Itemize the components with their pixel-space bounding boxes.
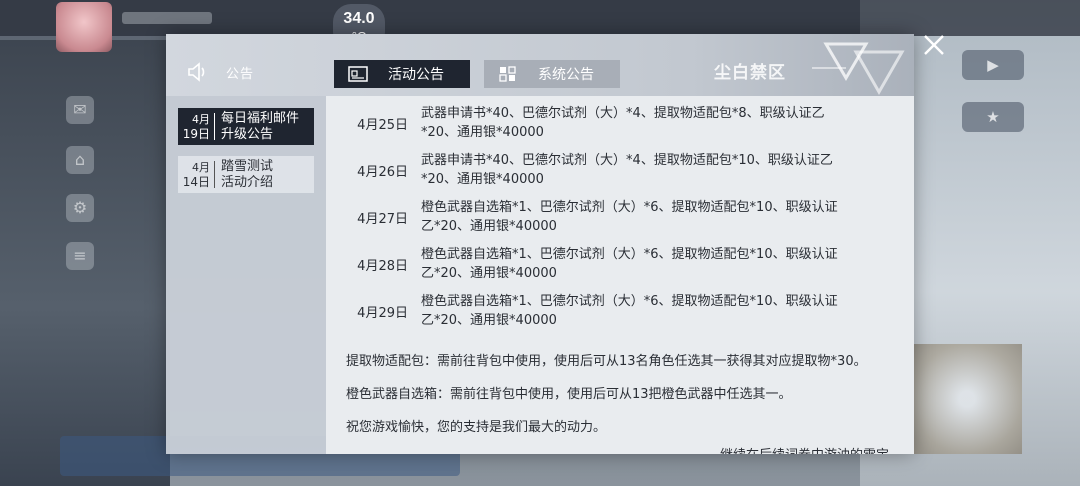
close-icon	[924, 35, 944, 55]
reward-row: 4月26日 武器申请书*40、巴德尔试剂（大）*4、提取物适配包*10、职级认证…	[326, 151, 914, 189]
announcement-item-snow-test[interactable]: 4月 14日 踏雪测试 活动介绍	[178, 156, 314, 193]
close-button[interactable]	[921, 32, 947, 58]
player-avatar[interactable]	[56, 2, 112, 52]
note-extract-pack: 提取物适配包：需前往背包中使用，使用后可从13名角色任选其一获得其对应提取物*3…	[346, 354, 867, 369]
announcement-day: 14日	[182, 174, 210, 189]
announcement-month: 4月	[192, 112, 210, 126]
reward-date: 4月25日	[357, 118, 408, 133]
tab-event-announcements-label: 活动公告	[388, 67, 444, 83]
announcement-title-line1: 踏雪测试	[221, 158, 274, 174]
announcement-item-daily-welfare[interactable]: 4月 19日 每日福利邮件 升级公告	[178, 108, 314, 145]
reward-date: 4月28日	[357, 259, 408, 274]
player-name-blurred	[122, 12, 212, 24]
tab-system-announcements-label: 系统公告	[538, 67, 594, 83]
id-card-icon	[348, 66, 368, 82]
announcement-title-line2: 升级公告	[221, 126, 274, 142]
temperature-value: 34.0	[343, 10, 375, 27]
announcement-month: 4月	[192, 160, 210, 174]
announcement-title-line2: 活动介绍	[221, 174, 274, 190]
menu-icon[interactable]: ≡	[66, 242, 94, 270]
reward-date: 4月29日	[357, 306, 408, 321]
play-icon[interactable]: ▶	[962, 50, 1024, 80]
reward-text: 武器申请书*40、巴德尔试剂（大）*4、提取物适配包*10、职级认证乙 *20、…	[421, 153, 833, 187]
reward-date: 4月27日	[357, 212, 408, 227]
announcement-list: 4月 19日 每日福利邮件 升级公告 4月 14日 踏雪测试 活动介绍	[166, 96, 326, 454]
cut-off-text: 继续在后续词卷中游油的雪宝	[720, 444, 889, 454]
shop-icon[interactable]: ⌂	[66, 146, 94, 174]
tab-event-announcements[interactable]: 活动公告	[334, 60, 470, 88]
reward-row: 4月25日 武器申请书*40、巴德尔试剂（大）*4、提取物适配包*8、职级认证乙…	[326, 104, 914, 142]
triangle-emblem-icon	[812, 42, 905, 96]
reward-text: 橙色武器自选箱*1、巴德尔试剂（大）*6、提取物适配包*10、职级认证 乙*20…	[421, 294, 838, 328]
note-closing: 祝您游戏愉快，您的支持是我们最大的动力。	[346, 420, 607, 435]
announcement-day: 19日	[182, 126, 210, 141]
announcement-date: 4月 19日	[178, 108, 214, 145]
announcement-title: 踏雪测试 活动介绍	[215, 156, 273, 193]
settings-icon[interactable]: ⚙	[66, 194, 94, 222]
announcement-dialog: 公告 活动公告 系统公告 尘白禁区 4月 19日 每日福利邮件 升级公告 4月 …	[166, 34, 914, 454]
announcement-title: 每日福利邮件 升级公告	[215, 108, 299, 145]
grid-icon	[499, 66, 516, 82]
game-logo-text: 尘白禁区	[714, 63, 786, 83]
reward-text: 武器申请书*40、巴德尔试剂（大）*4、提取物适配包*8、职级认证乙 *20、通…	[421, 106, 825, 140]
event-button-blurred[interactable]: ★	[962, 102, 1024, 132]
mail-icon[interactable]: ✉	[66, 96, 94, 124]
reward-date: 4月26日	[357, 165, 408, 180]
announcement-label-text: 公告	[226, 66, 255, 82]
reward-row: 4月28日 橙色武器自选箱*1、巴德尔试剂（大）*6、提取物适配包*10、职级认…	[326, 245, 914, 283]
snowflake-card-blurred[interactable]	[912, 344, 1022, 454]
announcement-label: 公告	[186, 62, 296, 82]
game-logo: 尘白禁区	[714, 42, 914, 96]
reward-text: 橙色武器自选箱*1、巴德尔试剂（大）*6、提取物适配包*10、职级认证 乙*20…	[421, 200, 838, 234]
tab-system-announcements[interactable]: 系统公告	[484, 60, 620, 88]
announcement-content[interactable]: 4月25日 武器申请书*40、巴德尔试剂（大）*4、提取物适配包*8、职级认证乙…	[326, 96, 914, 454]
reward-text: 橙色武器自选箱*1、巴德尔试剂（大）*6、提取物适配包*10、职级认证 乙*20…	[421, 247, 838, 281]
reward-row: 4月29日 橙色武器自选箱*1、巴德尔试剂（大）*6、提取物适配包*10、职级认…	[326, 292, 914, 330]
reward-row: 4月27日 橙色武器自选箱*1、巴德尔试剂（大）*6、提取物适配包*10、职级认…	[326, 198, 914, 236]
note-orange-weapon-box: 橙色武器自选箱：需前往背包中使用，使用后可从13把橙色武器中任选其一。	[346, 387, 792, 402]
announcement-date: 4月 14日	[178, 156, 214, 193]
dialog-header: 公告 活动公告 系统公告 尘白禁区	[166, 34, 914, 96]
speaker-icon	[186, 62, 208, 82]
announcement-title-line1: 每日福利邮件	[221, 110, 300, 126]
